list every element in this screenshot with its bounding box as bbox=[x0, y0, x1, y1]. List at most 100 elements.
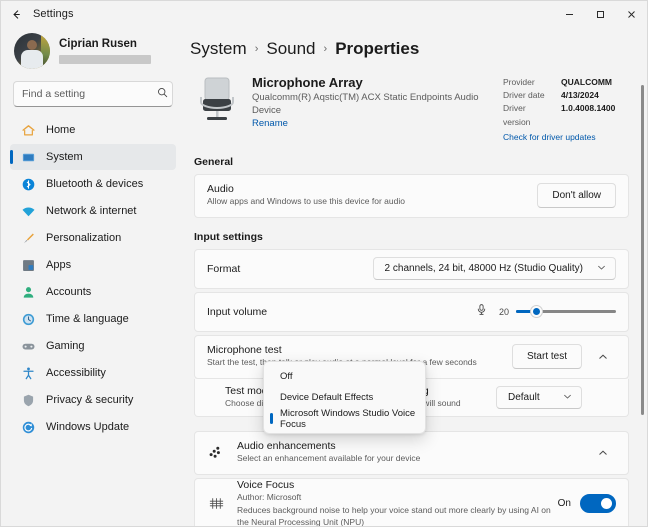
audio-enhancements-subtitle: Select an enhancement available for your… bbox=[237, 453, 421, 464]
back-arrow-icon[interactable] bbox=[1, 1, 31, 27]
chevron-up-icon[interactable] bbox=[590, 352, 616, 362]
voice-focus-toggle[interactable] bbox=[580, 494, 616, 514]
breadcrumb-sound[interactable]: Sound bbox=[266, 39, 315, 59]
voice-focus-toggle-label: On bbox=[557, 498, 571, 510]
test-mode-value: Default bbox=[508, 391, 540, 403]
chevron-right-icon: › bbox=[323, 43, 328, 55]
input-settings-heading: Input settings bbox=[194, 230, 263, 243]
home-icon bbox=[20, 122, 36, 138]
start-test-button[interactable]: Start test bbox=[511, 344, 582, 370]
brush-icon bbox=[20, 230, 36, 246]
bluetooth-icon bbox=[20, 176, 36, 192]
input-volume-controls: 20 bbox=[475, 303, 616, 321]
device-header: Microphone Array Qualcomm(R) Aqstic(TM) … bbox=[190, 69, 633, 152]
sidebar-item-bluetooth-devices[interactable]: Bluetooth & devices bbox=[10, 171, 176, 197]
driver-date-label: Driver date bbox=[503, 90, 545, 101]
general-heading: General bbox=[194, 155, 234, 168]
scrollbar-thumb[interactable] bbox=[641, 85, 644, 415]
search-box[interactable] bbox=[13, 81, 173, 107]
user-profile[interactable]: Ciprian Rusen bbox=[10, 27, 176, 77]
sidebar-nav: Home System Bluetooth & devices Network … bbox=[10, 117, 176, 440]
check-driver-updates-link[interactable]: Check for driver updates bbox=[503, 132, 633, 142]
format-card: Format 2 channels, 24 bit, 48000 Hz (Stu… bbox=[194, 248, 629, 289]
search-icon bbox=[157, 87, 168, 101]
sidebar-item-label: Apps bbox=[46, 259, 72, 271]
title-bar: Settings bbox=[1, 1, 647, 27]
voice-focus-toggle-group: On bbox=[557, 494, 616, 514]
device-meta: Microphone Array Qualcomm(R) Aqstic(TM) … bbox=[252, 73, 491, 142]
search-input[interactable] bbox=[22, 88, 157, 100]
driver-info: Provider QUALCOMM Driver date 4/13/2024 … bbox=[503, 73, 633, 142]
system-icon bbox=[20, 149, 36, 165]
voice-focus-description: Reduces background noise to help your vo… bbox=[237, 504, 551, 526]
sidebar-item-accessibility[interactable]: Accessibility bbox=[10, 360, 176, 386]
breadcrumb-system[interactable]: System bbox=[190, 39, 247, 59]
chevron-up-icon[interactable] bbox=[590, 448, 616, 458]
sidebar-item-label: System bbox=[46, 151, 83, 163]
dropdown-option-device-default-effects[interactable]: Device Default Effects bbox=[267, 387, 422, 408]
input-volume-slider[interactable] bbox=[516, 305, 616, 319]
sidebar-item-windows-update[interactable]: Windows Update bbox=[10, 414, 176, 440]
sidebar-item-system[interactable]: System bbox=[10, 144, 176, 170]
window-body: Ciprian Rusen Find a setting Home System… bbox=[1, 27, 647, 526]
audio-title: Audio bbox=[207, 183, 234, 196]
page-title: Properties bbox=[335, 39, 420, 58]
chevron-right-icon: › bbox=[254, 43, 259, 55]
maximize-button[interactable] bbox=[585, 1, 616, 27]
content-area: System › Sound › Properties Microphone A… bbox=[182, 27, 647, 526]
audio-subtitle: Allow apps and Windows to use this devic… bbox=[207, 196, 405, 207]
input-volume-value: 20 bbox=[498, 306, 509, 317]
rename-link[interactable]: Rename bbox=[252, 118, 491, 129]
sidebar-item-personalization[interactable]: Personalization bbox=[10, 225, 176, 251]
minimize-button[interactable] bbox=[554, 1, 585, 27]
voice-focus-icon bbox=[207, 495, 225, 512]
sidebar-item-network-internet[interactable]: Network & internet bbox=[10, 198, 176, 224]
sidebar-item-label: Bluetooth & devices bbox=[46, 178, 144, 190]
device-description: Qualcomm(R) Aqstic(TM) ACX Static Endpoi… bbox=[252, 92, 479, 116]
breadcrumb: System › Sound › Properties bbox=[190, 27, 633, 69]
sidebar-item-gaming[interactable]: Gaming bbox=[10, 333, 176, 359]
audio-enhancements-card: Audio enhancements Select an enhancement… bbox=[194, 430, 629, 475]
apps-icon bbox=[20, 257, 36, 273]
dropdown-option-label: Microsoft Windows Studio Voice Focus bbox=[280, 407, 416, 430]
sidebar-item-label: Accounts bbox=[46, 286, 92, 298]
voice-focus-card: Voice Focus Author: Microsoft Reduces ba… bbox=[194, 477, 629, 526]
driver-date-row: Driver date 4/13/2024 bbox=[503, 89, 633, 102]
sidebar-item-label: Home bbox=[46, 124, 76, 136]
microphone-icon bbox=[194, 73, 240, 125]
sidebar-item-apps[interactable]: Apps bbox=[10, 252, 176, 278]
device-name: Microphone Array bbox=[252, 75, 363, 90]
sidebar-item-label: Accessibility bbox=[46, 367, 106, 379]
input-volume-title: Input volume bbox=[207, 305, 268, 318]
chevron-down-icon bbox=[597, 263, 606, 274]
avatar bbox=[14, 33, 50, 69]
close-button[interactable] bbox=[616, 1, 647, 27]
voice-focus-author: Author: Microsoft bbox=[237, 491, 302, 502]
dont-allow-button[interactable]: Don't allow bbox=[537, 183, 616, 209]
format-title: Format bbox=[207, 262, 241, 275]
sidebar-item-home[interactable]: Home bbox=[10, 117, 176, 143]
dropdown-option-voice-focus[interactable]: Microsoft Windows Studio Voice Focus bbox=[267, 407, 422, 430]
format-dropdown[interactable]: 2 channels, 24 bit, 48000 Hz (Studio Qua… bbox=[372, 257, 616, 281]
dropdown-option-off[interactable]: Off bbox=[267, 366, 422, 387]
dropdown-option-label: Off bbox=[280, 371, 293, 382]
driver-provider-row: Provider QUALCOMM bbox=[503, 76, 633, 89]
window-title: Settings bbox=[33, 8, 74, 20]
sidebar-item-privacy-security[interactable]: Privacy & security bbox=[10, 387, 176, 413]
gamepad-icon bbox=[20, 338, 36, 354]
sidebar-item-accounts[interactable]: Accounts bbox=[10, 279, 176, 305]
sidebar-item-label: Privacy & security bbox=[46, 394, 134, 406]
dropdown-option-label: Device Default Effects bbox=[280, 392, 374, 403]
update-icon bbox=[20, 419, 36, 435]
sidebar-item-label: Personalization bbox=[46, 232, 122, 244]
voice-focus-title: Voice Focus bbox=[237, 478, 295, 491]
content-scrollbar[interactable] bbox=[640, 29, 645, 524]
driver-provider-label: Provider bbox=[503, 77, 535, 87]
wifi-icon bbox=[20, 203, 36, 219]
test-mode-dropdown[interactable]: Default bbox=[496, 385, 582, 409]
test-mode-dropdown-flyout: Off Device Default Effects Microsoft Win… bbox=[263, 361, 426, 434]
audio-enhancements-title: Audio enhancements bbox=[237, 440, 336, 453]
sidebar-item-label: Network & internet bbox=[46, 205, 137, 217]
sidebar-item-label: Time & language bbox=[46, 313, 129, 325]
sidebar-item-time-language[interactable]: Time & language bbox=[10, 306, 176, 332]
